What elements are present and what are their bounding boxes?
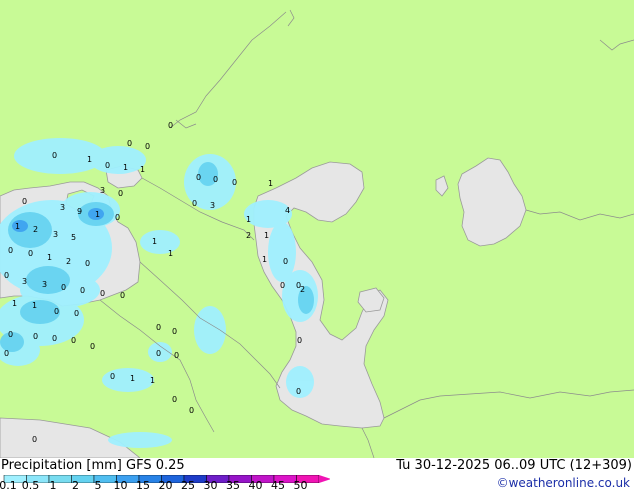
precip-label: 2 [66, 257, 71, 266]
precip-label: 0 [196, 173, 201, 182]
valid-time: Tu 30-12-2025 06..09 UTC (12+309) [396, 458, 632, 473]
precip-label: 0 [280, 281, 285, 290]
precip-label: 0 [32, 435, 37, 444]
precip-label: 0 [120, 291, 125, 300]
precip-label: 1 [123, 163, 128, 172]
precip-label: 0 [296, 387, 301, 396]
precip-label: 0 [33, 332, 38, 341]
precip-label: 0 [213, 175, 218, 184]
precip-label: 0 [174, 351, 179, 360]
precip-label: 1 [15, 222, 20, 231]
precip-label: 1 [264, 231, 269, 240]
precip-label: 0 [145, 142, 150, 151]
precip-label: 0 [54, 307, 59, 316]
precip-label: 3 [210, 201, 215, 210]
precip-label: 1 [168, 249, 173, 258]
precip-label: 0 [118, 189, 123, 198]
precip-label: 3 [60, 203, 65, 212]
precip-label: 1 [140, 165, 145, 174]
precip-label: 0 [74, 309, 79, 318]
map-title: Precipitation [mm] GFS 0.25 [1, 458, 185, 473]
precip-label: 1 [246, 215, 251, 224]
precip-label: 2 [246, 231, 251, 240]
precip-label: 0 [156, 323, 161, 332]
precip-label: 0 [168, 121, 173, 130]
precip-label: 0 [283, 257, 288, 266]
precip-label: 0 [80, 286, 85, 295]
scale-arrow [319, 475, 330, 483]
map-footer: Precipitation [mm] GFS 0.25 Tu 30-12-202… [0, 458, 634, 491]
precip-label: 3 [100, 186, 105, 195]
precip-label: 0 [4, 349, 9, 358]
precip-label: 0 [100, 289, 105, 298]
site-credit[interactable]: ©weatheronline.co.uk [497, 476, 630, 490]
precip-label: 1 [262, 255, 267, 264]
precip-label: 0 [172, 395, 177, 404]
precip-label: 0 [28, 249, 33, 258]
precip-label: 4 [285, 206, 290, 215]
precip-label: 0 [232, 178, 237, 187]
precip-label: 0 [189, 406, 194, 415]
precip-label: 1 [152, 237, 157, 246]
precip-label: 0 [105, 161, 110, 170]
precip-label: 0 [115, 213, 120, 222]
precip-label: 0 [22, 197, 27, 206]
precip-label: 0 [52, 334, 57, 343]
precip-label: 0 [127, 139, 132, 148]
precip-label: 1 [130, 374, 135, 383]
precip-label: 1 [95, 210, 100, 219]
precip-label: 1 [150, 376, 155, 385]
precip-label: 0 [110, 372, 115, 381]
precip-label: 0 [192, 199, 197, 208]
precip-label: 0 [8, 246, 13, 255]
precip-label: 0 [156, 349, 161, 358]
precip-label: 1 [12, 299, 17, 308]
precip-label: 0 [52, 151, 57, 160]
precip-label: 5 [71, 233, 76, 242]
precip-label: 0 [90, 342, 95, 351]
precip-label: 2 [300, 285, 305, 294]
precip-label: 0 [297, 336, 302, 345]
precip-label: 3 [42, 280, 47, 289]
precip-label: 9 [77, 207, 82, 216]
precip-label: 2 [33, 225, 38, 234]
precip-label: 1 [268, 179, 273, 188]
precip-label: 0 [85, 259, 90, 268]
precip-label: 3 [22, 277, 27, 286]
precip-label: 3 [53, 230, 58, 239]
precip-label: 0 [61, 283, 66, 292]
precipitation-map: 0 0 0 0 1 0 1 1 0 0 0 1 3 0 0 0 3 9 1 3 … [0, 0, 634, 458]
precip-label: 1 [47, 253, 52, 262]
precip-label: 0 [4, 271, 9, 280]
precip-label: 1 [87, 155, 92, 164]
precip-label: 0 [172, 327, 177, 336]
precip-label: 1 [32, 301, 37, 310]
precip-label: 0 [8, 330, 13, 339]
precip-label: 0 [71, 336, 76, 345]
